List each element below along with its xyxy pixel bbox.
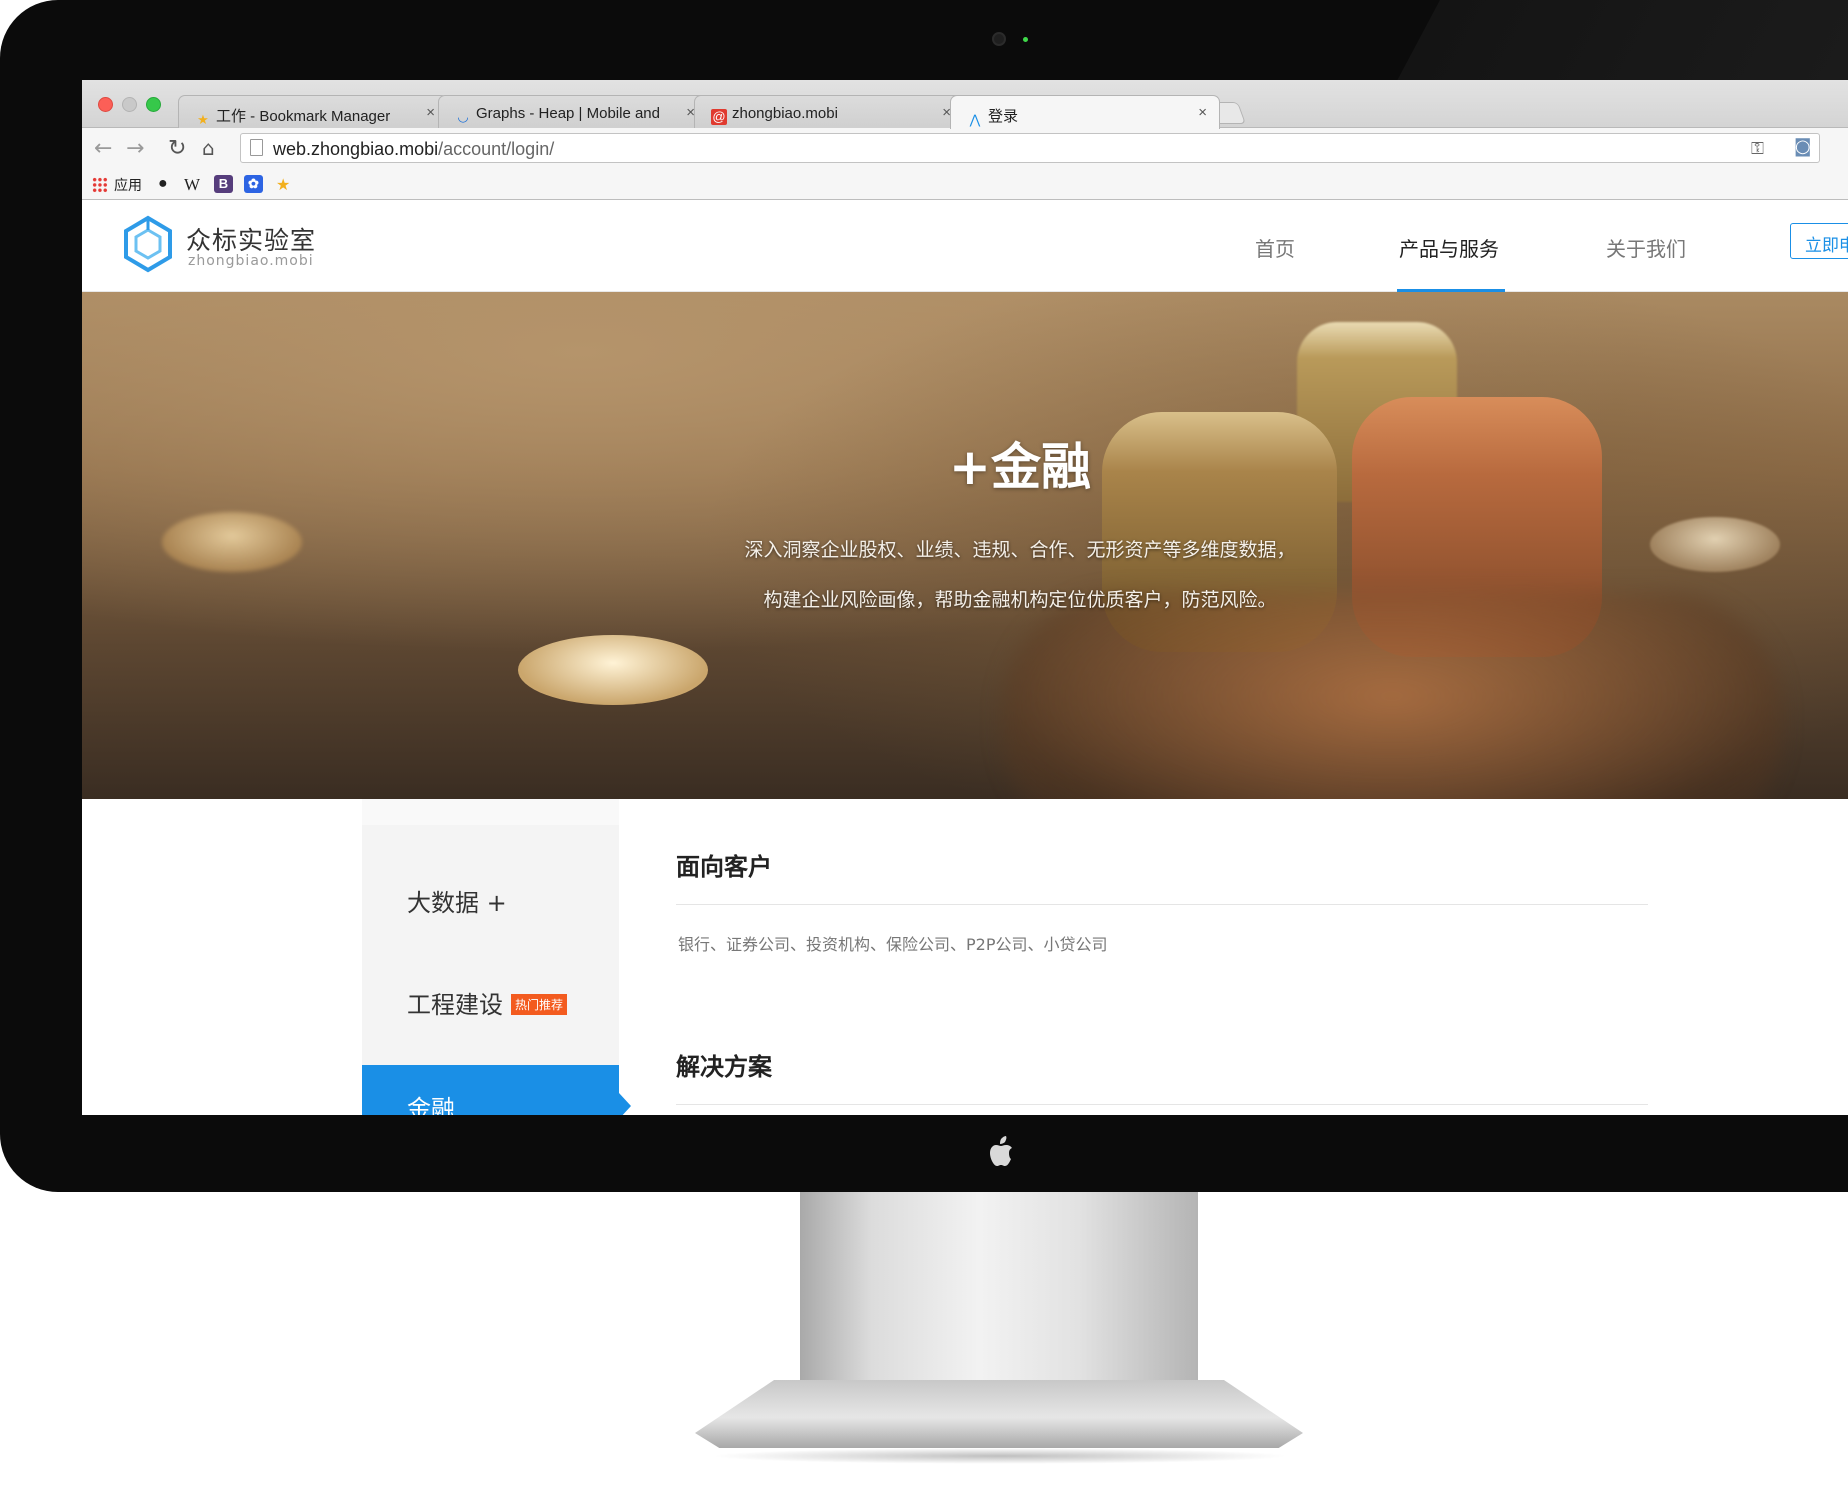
- forward-arrow-icon[interactable]: →: [126, 136, 144, 161]
- bootstrap-glyph: B: [214, 175, 233, 193]
- browser-tab[interactable]: ★ 工作 - Bookmark Manager ×: [178, 95, 448, 129]
- window-minimize-button[interactable]: [122, 97, 137, 112]
- webcam-icon: [992, 32, 1006, 46]
- url-path: /account/login/: [438, 139, 555, 159]
- camera-extension-icon[interactable]: ◙: [1794, 136, 1811, 157]
- nav-products[interactable]: 产品与服务: [1399, 233, 1499, 262]
- coin-blur-foreground: [1002, 592, 1782, 799]
- nav-home[interactable]: 首页: [1255, 233, 1295, 262]
- apps-grid-icon: [92, 177, 108, 193]
- reload-icon[interactable]: ↻: [168, 136, 186, 161]
- hero-banner: +金融 深入洞察企业股权、业绩、违规、合作、无形资产等多维度数据， 构建企业风险…: [82, 292, 1848, 799]
- sidebar-item-finance[interactable]: 金融: [362, 1065, 631, 1115]
- coin-image: [518, 635, 708, 705]
- bezel-glare: [1397, 0, 1848, 80]
- stand-shadow: [710, 1448, 1290, 1464]
- apple-logo-icon: [990, 1136, 1012, 1166]
- apps-shortcut[interactable]: 应用: [92, 175, 142, 195]
- baidu-icon[interactable]: ✿: [244, 175, 263, 193]
- logo-subtitle: zhongbiao.mobi: [188, 253, 314, 269]
- active-arrow-icon: [619, 1093, 631, 1115]
- section-title-customers: 面向客户: [676, 853, 772, 881]
- zhongbiao-logo-icon[interactable]: [122, 215, 174, 273]
- tab-title: 登录: [988, 108, 1019, 125]
- nav-about[interactable]: 关于我们: [1606, 233, 1686, 262]
- hero-description-line2: 构建企业风险画像，帮助金融机构定位优质客户，防范风险。: [763, 589, 1277, 611]
- section-divider: [676, 904, 1648, 905]
- url-host: web.zhongbiao.mobi: [273, 139, 439, 159]
- browser-tab-active[interactable]: ⋀ 登录 ×: [950, 95, 1220, 129]
- section-title-solutions: 解决方案: [676, 1053, 772, 1081]
- at-mail-icon: @: [711, 109, 727, 125]
- tab-close-icon[interactable]: ×: [1198, 104, 1207, 121]
- bookmarks-bar: 应用 ● W B ✿ ★: [82, 168, 1848, 200]
- tab-title: Graphs - Heap | Mobile and: [476, 105, 660, 122]
- browser-tab[interactable]: @ zhongbiao.mobi ×: [694, 95, 964, 129]
- address-bar[interactable]: web.zhongbiao.mobi/account/login/ ⚿: [240, 133, 1820, 163]
- zhongbiao-logo-icon: ⋀: [969, 112, 981, 127]
- apps-label: 应用: [114, 177, 142, 193]
- apply-now-button[interactable]: 立即申: [1790, 223, 1848, 259]
- star-icon[interactable]: ★: [276, 175, 290, 195]
- site-header: 众标实验室 zhongbiao.mobi 首页 产品与服务 关于我们 立即申: [82, 201, 1848, 293]
- tab-title: 工作 - Bookmark Manager: [216, 108, 391, 125]
- hero-title: +金融: [949, 438, 1091, 496]
- browser-toolbar: ← → ↻ ⌂ web.zhongbiao.mobi/account/login…: [82, 128, 1848, 168]
- monitor-stand-base: [695, 1380, 1303, 1448]
- sidebar-item-label: 大数据 +: [407, 889, 507, 917]
- key-icon[interactable]: ⚿: [1751, 139, 1764, 159]
- logo-title[interactable]: 众标实验室: [186, 221, 316, 257]
- tab-title: zhongbiao.mobi: [732, 105, 838, 122]
- screen: ★ 工作 - Bookmark Manager × ◡ Graphs - Heap …: [82, 80, 1848, 1115]
- apple-icon[interactable]: ●: [158, 175, 168, 193]
- baidu-paw-glyph: ✿: [244, 175, 263, 193]
- home-icon[interactable]: ⌂: [202, 136, 215, 160]
- bootstrap-icon[interactable]: B: [214, 175, 233, 193]
- section-divider: [676, 1104, 1648, 1105]
- hot-recommend-badge: 热门推荐: [511, 994, 568, 1015]
- window-close-button[interactable]: [98, 97, 113, 112]
- monitor-stand-neck: [800, 1192, 1198, 1392]
- url-text[interactable]: web.zhongbiao.mobi/account/login/: [273, 139, 554, 160]
- customers-text: 银行、证券公司、投资机构、保险公司、P2P公司、小贷公司: [678, 935, 1108, 954]
- back-arrow-icon[interactable]: ←: [94, 136, 112, 161]
- product-sidebar: 大数据 + 工程建设 热门推荐 金融: [362, 799, 631, 1115]
- sidebar-item-label: 工程建设: [407, 991, 503, 1019]
- heap-icon: ◡: [457, 109, 469, 124]
- wikipedia-icon[interactable]: W: [184, 175, 200, 195]
- page-icon: [250, 139, 263, 156]
- window-zoom-button[interactable]: [146, 97, 161, 112]
- sidebar-item-construction[interactable]: 工程建设 热门推荐: [362, 961, 619, 1043]
- monitor-bezel: ★ 工作 - Bookmark Manager × ◡ Graphs - Heap …: [0, 0, 1848, 1192]
- sidebar-item-bigdata[interactable]: 大数据 +: [362, 859, 619, 941]
- tab-close-icon[interactable]: ×: [426, 104, 435, 121]
- webcam-led: [1023, 37, 1028, 42]
- sidebar-item-label: 金融: [407, 1095, 455, 1115]
- hero-description-line1: 深入洞察企业股权、业绩、违规、合作、无形资产等多维度数据，: [744, 539, 1296, 561]
- browser-tab[interactable]: ◡ Graphs - Heap | Mobile and ×: [438, 95, 708, 129]
- browser-tab-bar: ★ 工作 - Bookmark Manager × ◡ Graphs - Heap …: [82, 80, 1848, 129]
- star-bookmark-icon: ★: [197, 112, 209, 127]
